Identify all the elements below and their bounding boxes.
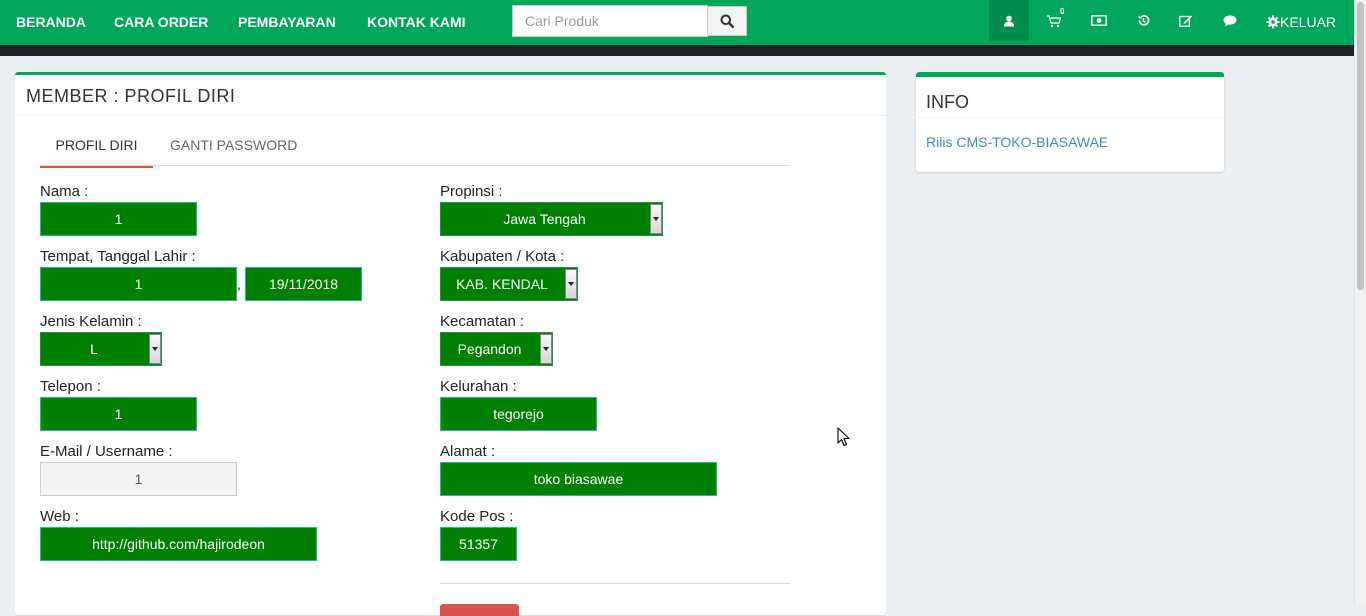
page-title: MEMBER : PROFIL DIRI xyxy=(26,86,236,106)
scrollbar-thumb[interactable] xyxy=(1357,2,1364,290)
info-divider xyxy=(916,117,1224,118)
form-divider xyxy=(440,583,790,584)
top-navbar: BERANDA CARA ORDER PEMBAYARAN KONTAK KAM… xyxy=(0,0,1366,45)
kecamatan-select[interactable]: Pegandon xyxy=(440,332,553,366)
propinsi-value: Jawa Tengah xyxy=(503,211,586,227)
save-button[interactable] xyxy=(440,604,519,616)
kabupaten-value: KAB. KENDAL xyxy=(456,276,548,292)
kecamatan-value: Pegandon xyxy=(457,341,522,357)
panel-divider xyxy=(15,115,886,116)
gear-icon xyxy=(1266,15,1280,29)
nav-cara-order[interactable]: CARA ORDER xyxy=(114,0,208,45)
kode-pos-field[interactable]: 51357 xyxy=(440,527,517,561)
logout-label: KELUAR xyxy=(1280,14,1337,30)
nama-label: Nama : xyxy=(40,183,89,200)
mouse-cursor-icon xyxy=(837,427,850,447)
tanggal-lahir-field[interactable]: 19/11/2018 xyxy=(245,267,362,301)
propinsi-select[interactable]: Jawa Tengah xyxy=(440,202,663,236)
kabupaten-label: Kabupaten / Kota : xyxy=(440,248,565,265)
kelurahan-field[interactable]: tegorejo xyxy=(440,397,597,431)
search-icon xyxy=(720,14,734,28)
ttl-label: Tempat, Tanggal Lahir : xyxy=(40,248,196,265)
jenis-kelamin-label: Jenis Kelamin : xyxy=(40,313,142,330)
ttl-separator: , xyxy=(237,276,241,292)
edit-button[interactable] xyxy=(1166,0,1206,41)
tabs-underline xyxy=(40,165,790,166)
kelurahan-label: Kelurahan : xyxy=(440,378,517,395)
alamat-field[interactable]: toko biasawae xyxy=(440,462,717,496)
propinsi-label: Propinsi : xyxy=(440,183,503,200)
nama-field[interactable]: 1 xyxy=(40,202,197,236)
info-title: INFO xyxy=(926,92,969,112)
chevron-down-icon xyxy=(149,334,161,364)
email-label: E-Mail / Username : xyxy=(40,443,173,460)
nav-pembayaran[interactable]: PEMBAYARAN xyxy=(238,0,336,45)
search-input[interactable]: Cari Produk xyxy=(512,5,708,37)
user-icon xyxy=(1004,15,1014,26)
chevron-down-icon xyxy=(540,334,552,364)
kecamatan-label: Kecamatan : xyxy=(440,313,525,330)
comment-icon xyxy=(1223,14,1237,26)
info-panel: INFO Rilis CMS-TOKO-BIASAWAE xyxy=(916,72,1224,172)
tab-profil-diri[interactable]: PROFIL DIRI xyxy=(40,137,153,168)
chat-button[interactable] xyxy=(1210,0,1250,41)
web-label: Web : xyxy=(40,508,79,525)
user-button[interactable] xyxy=(989,0,1029,41)
kabupaten-select[interactable]: KAB. KENDAL xyxy=(440,267,578,301)
info-release-link[interactable]: Rilis CMS-TOKO-BIASAWAE xyxy=(926,134,1108,150)
search-button[interactable] xyxy=(708,6,747,36)
page-scrollbar[interactable] xyxy=(1354,0,1366,605)
history-icon xyxy=(1138,15,1149,26)
chevron-down-icon xyxy=(650,204,662,234)
email-field: 1 xyxy=(40,462,237,496)
web-field[interactable]: http://github.com/hajirodeon xyxy=(40,527,317,561)
jenis-kelamin-value: L xyxy=(90,341,98,357)
chevron-down-icon xyxy=(565,269,577,299)
alamat-label: Alamat : xyxy=(440,443,496,460)
money-icon xyxy=(1091,15,1107,26)
profile-panel: MEMBER : PROFIL DIRI PROFIL DIRI GANTI P… xyxy=(15,72,886,616)
cart-button[interactable]: 0 xyxy=(1034,0,1074,41)
jenis-kelamin-select[interactable]: L xyxy=(40,332,162,366)
logout-button[interactable]: KELUAR xyxy=(1266,0,1336,44)
nav-kontak-kami[interactable]: KONTAK KAMI xyxy=(367,0,466,45)
telepon-label: Telepon : xyxy=(40,378,101,395)
edit-icon xyxy=(1179,15,1192,27)
history-button[interactable] xyxy=(1123,0,1163,41)
telepon-field[interactable]: 1 xyxy=(40,397,197,431)
kode-pos-label: Kode Pos : xyxy=(440,508,514,525)
navbar-divider xyxy=(0,45,1366,56)
tempat-lahir-field[interactable]: 1 xyxy=(40,267,237,301)
payment-button[interactable] xyxy=(1079,0,1119,41)
tab-ganti-password[interactable]: GANTI PASSWORD xyxy=(170,137,297,153)
cart-count-badge: 0 xyxy=(1060,7,1065,16)
nav-beranda[interactable]: BERANDA xyxy=(16,0,86,45)
